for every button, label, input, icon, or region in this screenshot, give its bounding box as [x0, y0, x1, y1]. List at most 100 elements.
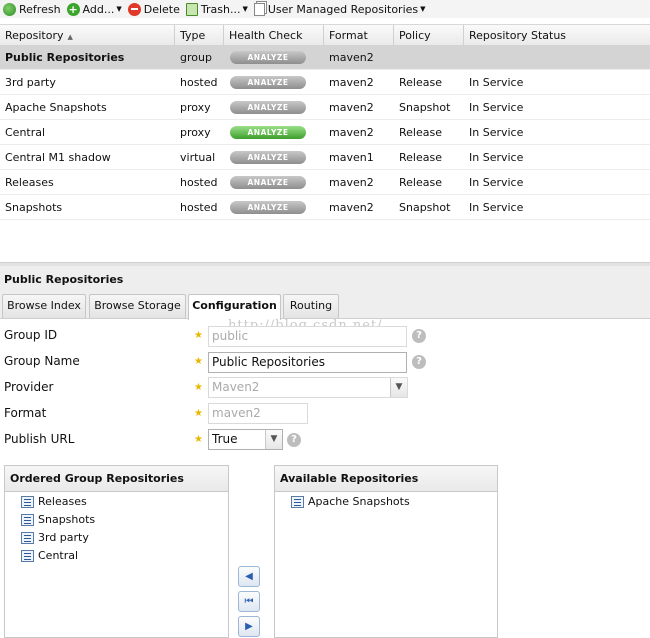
- chevron-down-icon: ▼: [116, 5, 122, 13]
- analyze-button[interactable]: ANALYZE: [230, 151, 306, 164]
- help-icon[interactable]: ?: [287, 433, 301, 447]
- repository-name: Snapshots: [5, 201, 63, 214]
- view-filter-button[interactable]: User Managed Repositories ▼: [251, 0, 429, 18]
- refresh-label: Refresh: [19, 2, 61, 16]
- repository-policy: Release: [399, 176, 442, 189]
- repository-type: hosted: [180, 176, 218, 189]
- column-header-repository[interactable]: Repository ▲: [0, 25, 175, 46]
- repository-name: Central: [5, 126, 46, 139]
- repository-format: maven2: [329, 201, 374, 214]
- table-row[interactable]: Snapshots hosted ANALYZE maven2 Snapshot…: [0, 195, 650, 220]
- add-label: Add...: [82, 2, 115, 16]
- chevron-down-icon[interactable]: ▼: [390, 378, 407, 397]
- publish-url-value: True: [212, 432, 238, 446]
- tab-browse-index[interactable]: Browse Index: [2, 294, 86, 318]
- delete-label: Delete: [143, 2, 180, 16]
- column-header-type[interactable]: Type: [175, 25, 224, 46]
- group-name-field[interactable]: Public Repositories: [208, 352, 407, 373]
- repository-type: proxy: [180, 101, 211, 114]
- column-header-policy[interactable]: Policy: [394, 25, 464, 46]
- chevron-down-icon[interactable]: ▼: [265, 430, 282, 449]
- required-star-icon: ★: [194, 382, 203, 393]
- provider-label: Provider: [4, 380, 54, 394]
- refresh-button[interactable]: Refresh: [0, 0, 64, 18]
- table-row[interactable]: Central M1 shadow virtual ANALYZE maven1…: [0, 145, 650, 170]
- group-id-field[interactable]: public: [208, 326, 407, 347]
- refresh-icon: [3, 2, 16, 16]
- repository-status: In Service: [469, 76, 524, 89]
- analyze-button[interactable]: ANALYZE: [230, 76, 306, 89]
- chevron-down-icon: ▼: [242, 5, 248, 13]
- list-item[interactable]: Snapshots: [21, 511, 95, 529]
- column-header-format[interactable]: Format: [324, 25, 394, 46]
- move-all-left-button[interactable]: ⏮: [238, 591, 260, 612]
- table-row[interactable]: Central proxy ANALYZE maven2 Release In …: [0, 120, 650, 145]
- group-name-label: Group Name: [4, 354, 80, 368]
- sort-asc-icon: ▲: [67, 33, 73, 41]
- grid-header: Repository ▲ Type Health Check Format Pol…: [0, 24, 650, 46]
- table-row[interactable]: 3rd party hosted ANALYZE maven2 Release …: [0, 70, 650, 95]
- move-left-button[interactable]: ◀: [238, 566, 260, 587]
- tab-strip: Browse Index Browse Storage Configuratio…: [0, 292, 650, 320]
- repository-icon: [21, 514, 34, 526]
- chevron-down-icon: ▼: [420, 5, 426, 13]
- repository-status: In Service: [469, 101, 524, 114]
- repository-status: In Service: [469, 126, 524, 139]
- list-item[interactable]: 3rd party: [21, 529, 89, 547]
- trash-icon: [185, 2, 198, 16]
- analyze-button[interactable]: ANALYZE: [230, 51, 306, 64]
- analyze-button[interactable]: ANALYZE: [230, 101, 306, 114]
- repository-type: virtual: [180, 151, 216, 164]
- format-field[interactable]: maven2: [208, 403, 308, 424]
- required-star-icon: ★: [194, 356, 203, 367]
- analyze-button[interactable]: ANALYZE: [230, 201, 306, 214]
- repository-icon: [21, 550, 34, 562]
- list-item[interactable]: Apache Snapshots: [291, 493, 410, 511]
- repository-icon: [21, 496, 34, 508]
- repository-name: Central M1 shadow: [5, 151, 111, 164]
- repository-type: hosted: [180, 201, 218, 214]
- table-row[interactable]: Apache Snapshots proxy ANALYZE maven2 Sn…: [0, 95, 650, 120]
- list-item[interactable]: Central: [21, 547, 78, 565]
- help-icon[interactable]: ?: [412, 329, 426, 343]
- help-icon[interactable]: ?: [412, 355, 426, 369]
- format-label: Format: [4, 406, 47, 420]
- view-filter-label: User Managed Repositories: [267, 2, 419, 16]
- trash-label: Trash...: [200, 2, 241, 16]
- analyze-button[interactable]: ANALYZE: [230, 126, 306, 139]
- delete-icon: [127, 2, 141, 16]
- publish-url-label: Publish URL: [4, 432, 75, 446]
- repository-name: Apache Snapshots: [5, 101, 107, 114]
- repository-format: maven2: [329, 126, 374, 139]
- repository-format: maven1: [329, 151, 374, 164]
- repository-policy: Release: [399, 76, 442, 89]
- ordered-list-title: Ordered Group Repositories: [5, 466, 228, 492]
- delete-button[interactable]: Delete: [125, 0, 183, 18]
- publish-url-select[interactable]: True ▼: [208, 429, 283, 450]
- move-right-button[interactable]: ▶: [238, 616, 260, 637]
- table-row[interactable]: Public Repositories group ANALYZE maven2: [0, 45, 650, 70]
- column-header-repository-status[interactable]: Repository Status: [464, 25, 650, 46]
- repository-policy: Snapshot: [399, 101, 451, 114]
- panel-title: Public Repositories: [0, 266, 650, 292]
- provider-select[interactable]: Maven2 ▼: [208, 377, 408, 398]
- trash-button[interactable]: Trash... ▼: [183, 0, 251, 18]
- ordered-group-repositories-list[interactable]: Ordered Group Repositories Releases Snap…: [4, 465, 229, 638]
- repository-status: In Service: [469, 151, 524, 164]
- toolbar: Refresh + Add... ▼ Delete Trash... ▼ Use…: [0, 0, 650, 18]
- repository-name: 3rd party: [5, 76, 56, 89]
- add-button[interactable]: + Add... ▼: [64, 0, 125, 18]
- group-id-label: Group ID: [4, 328, 58, 342]
- list-item[interactable]: Releases: [21, 493, 87, 511]
- repository-icon: [291, 496, 304, 508]
- analyze-button[interactable]: ANALYZE: [230, 176, 306, 189]
- column-header-health-check[interactable]: Health Check: [224, 25, 324, 46]
- tab-configuration[interactable]: Configuration: [188, 294, 281, 320]
- repository-status: In Service: [469, 176, 524, 189]
- table-row[interactable]: Releases hosted ANALYZE maven2 Release I…: [0, 170, 650, 195]
- tab-browse-storage[interactable]: Browse Storage: [89, 294, 186, 318]
- required-star-icon: ★: [194, 330, 203, 341]
- tab-routing[interactable]: Routing: [283, 294, 339, 318]
- available-repositories-list[interactable]: Available Repositories Apache Snapshots: [274, 465, 498, 638]
- required-star-icon: ★: [194, 408, 203, 419]
